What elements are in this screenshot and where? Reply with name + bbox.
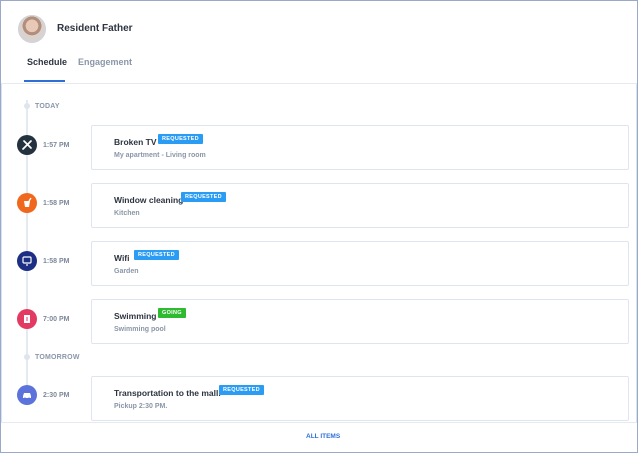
event-card-transportation[interactable]: Transportation to the mall. REQUESTED Pi… — [91, 376, 629, 421]
event-card-window-cleaning[interactable]: Window cleaning REQUESTED Kitchen — [91, 183, 629, 228]
day-label-today: TODAY — [35, 103, 60, 110]
event-time: 1:58 PM — [43, 258, 70, 265]
monitor-icon — [17, 251, 37, 271]
status-badge: GOING — [158, 308, 186, 318]
tab-schedule[interactable]: Schedule — [27, 57, 67, 67]
event-card-broken-tv[interactable]: Broken TV REQUESTED My apartment - Livin… — [91, 125, 629, 170]
event-title: Swimming — [114, 311, 157, 321]
event-title: Wifi — [114, 253, 130, 263]
ticket-icon — [17, 309, 37, 329]
status-badge: REQUESTED — [134, 250, 179, 260]
profile-header: Resident Father Schedule Engagement — [1, 1, 637, 84]
all-items-link[interactable]: ALL ITEMS — [306, 433, 340, 440]
event-time: 7:00 PM — [43, 316, 70, 323]
active-tab-indicator — [24, 80, 65, 82]
event-location: Swimming pool — [114, 326, 166, 333]
event-title: Window cleaning — [114, 195, 184, 205]
event-title: Broken TV — [114, 137, 157, 147]
day-marker — [24, 103, 30, 109]
event-location: Kitchen — [114, 210, 140, 217]
day-label-tomorrow: TOMORROW — [35, 354, 80, 361]
day-marker — [24, 354, 30, 360]
footer: ALL ITEMS — [1, 422, 637, 452]
app-window: Resident Father Schedule Engagement TODA… — [0, 0, 638, 453]
wrench-screwdriver-icon — [17, 135, 37, 155]
status-badge: REQUESTED — [219, 385, 264, 395]
user-name: Resident Father — [57, 23, 133, 34]
event-location: Garden — [114, 268, 139, 275]
car-icon — [17, 385, 37, 405]
status-badge: REQUESTED — [181, 192, 226, 202]
event-location: Pickup 2:30 PM. — [114, 403, 168, 410]
cleaning-bucket-icon — [17, 193, 37, 213]
event-title: Transportation to the mall. — [114, 388, 221, 398]
avatar[interactable] — [18, 15, 46, 43]
event-time: 1:57 PM — [43, 142, 70, 149]
event-card-swimming[interactable]: Swimming GOING Swimming pool — [91, 299, 629, 344]
status-badge: REQUESTED — [158, 134, 203, 144]
event-location: My apartment - Living room — [114, 152, 206, 159]
event-time: 1:58 PM — [43, 200, 70, 207]
event-time: 2:30 PM — [43, 392, 70, 399]
event-card-wifi[interactable]: Wifi REQUESTED Garden — [91, 241, 629, 286]
tab-engagement[interactable]: Engagement — [78, 57, 132, 67]
